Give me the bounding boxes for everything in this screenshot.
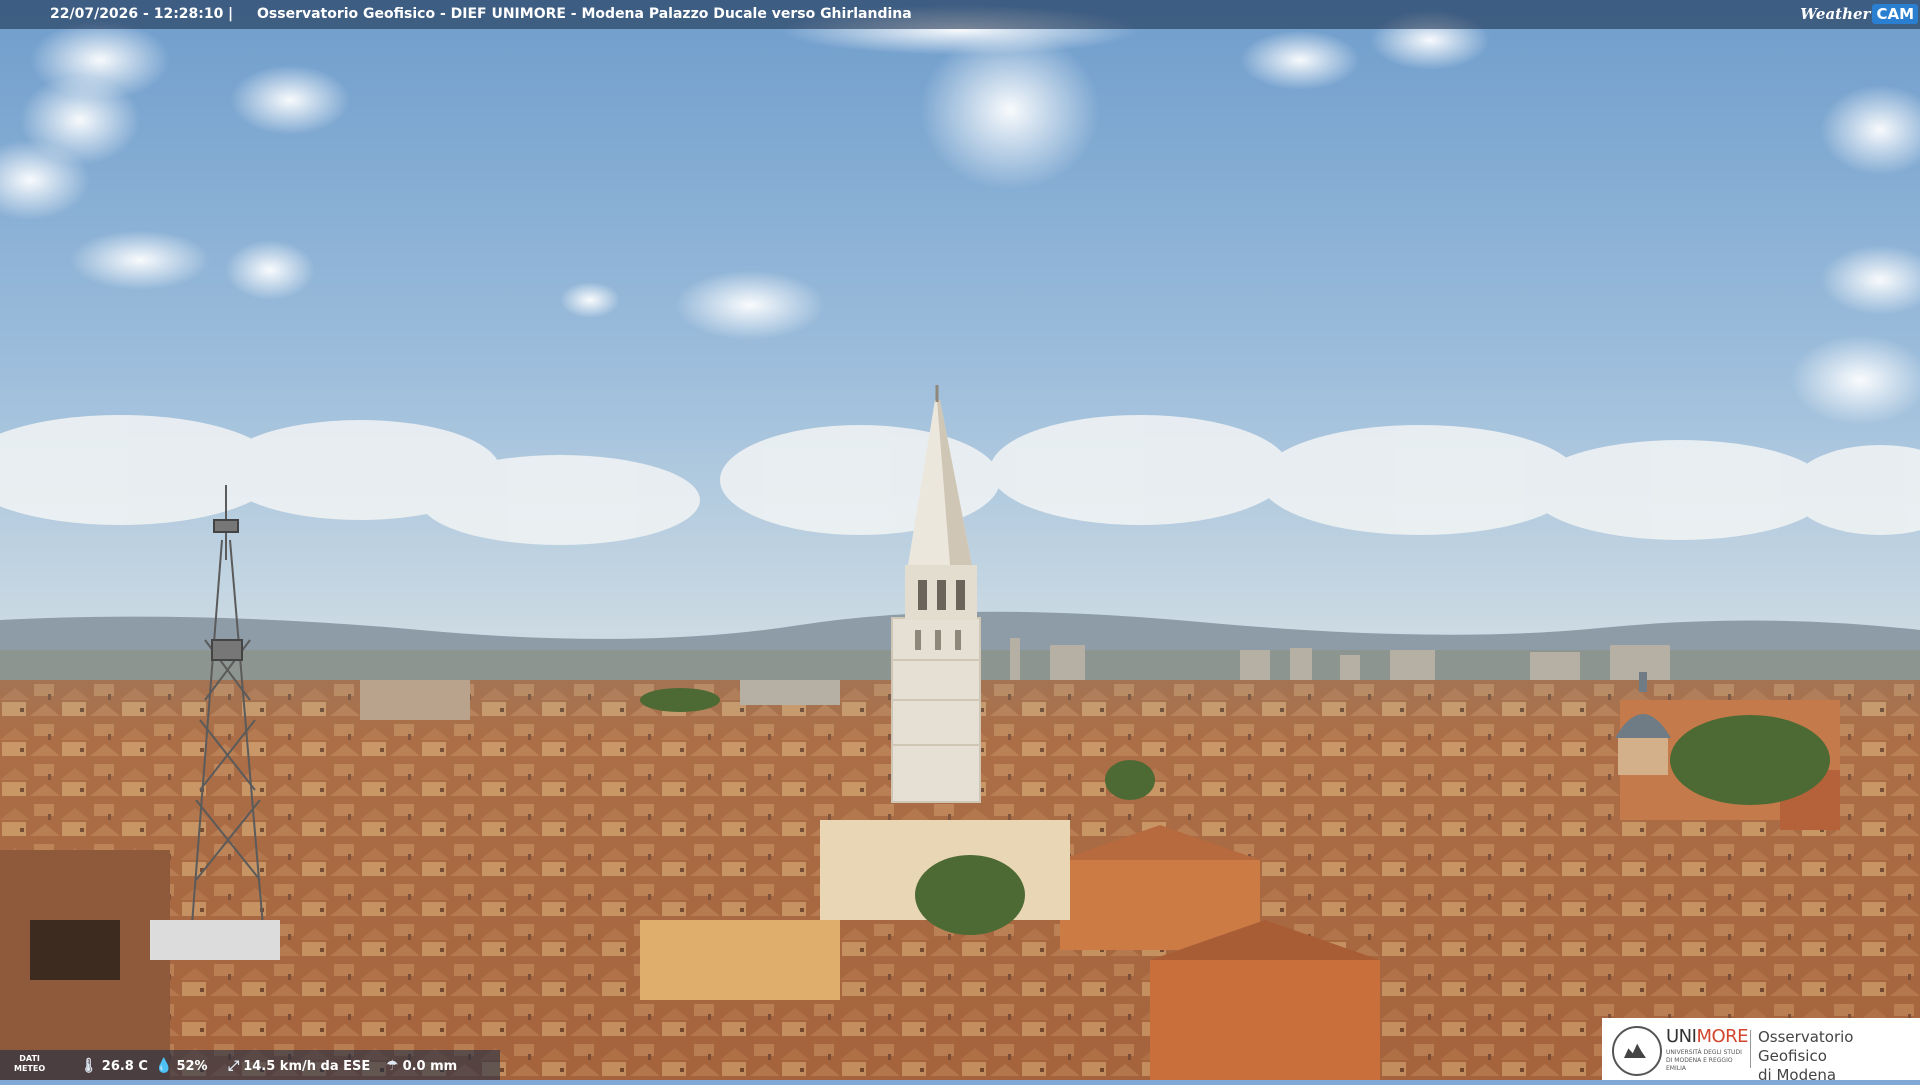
logo-divider bbox=[1750, 1030, 1751, 1068]
weather-label: DATI METEO bbox=[14, 1054, 46, 1073]
rain-gauge-icon: ☂ bbox=[386, 1058, 399, 1074]
humidity-drop-icon: 💧 bbox=[155, 1058, 173, 1074]
rain-reading: ☂ 0.0 mm bbox=[386, 1058, 458, 1074]
unimore-logo-panel: UNIMORE UNIVERSITÀ DEGLI STUDI DI MODENA… bbox=[1602, 1018, 1920, 1084]
timestamp: 22/07/2026 - 12:28:10 bbox=[50, 6, 224, 22]
temperature-reading: 🌡 26.8 C bbox=[80, 1058, 148, 1074]
unimore-wordmark: UNIMORE bbox=[1666, 1026, 1749, 1047]
caption-separator: | bbox=[228, 6, 234, 22]
webcam-scene bbox=[0, 0, 1920, 1080]
brand-weather: Weather bbox=[1800, 5, 1871, 23]
weather-data-bar: DATI METEO 🌡 26.8 C 💧 52% ⤢ 14.5 km/h da… bbox=[0, 1050, 500, 1080]
wind-icon: ⤢ bbox=[228, 1058, 240, 1074]
wind-reading: ⤢ 14.5 km/h da ESE bbox=[228, 1058, 371, 1074]
caption-bar: 22/07/2026 - 12:28:10 | Osservatorio Geo… bbox=[0, 0, 1920, 29]
humidity-reading: 💧 52% bbox=[155, 1058, 208, 1074]
weathercam-logo: Weather CAM bbox=[1800, 3, 1918, 25]
unimore-subtitle: UNIVERSITÀ DEGLI STUDI DI MODENA E REGGI… bbox=[1666, 1049, 1742, 1072]
observatory-name: Osservatorio Geofisico di Modena bbox=[1758, 1028, 1854, 1084]
brand-cam: CAM bbox=[1872, 4, 1918, 24]
unimore-seal-icon bbox=[1612, 1026, 1662, 1076]
thermometer-icon: 🌡 bbox=[80, 1058, 98, 1074]
camera-title: Osservatorio Geofisico - DIEF UNIMORE - … bbox=[257, 6, 912, 22]
